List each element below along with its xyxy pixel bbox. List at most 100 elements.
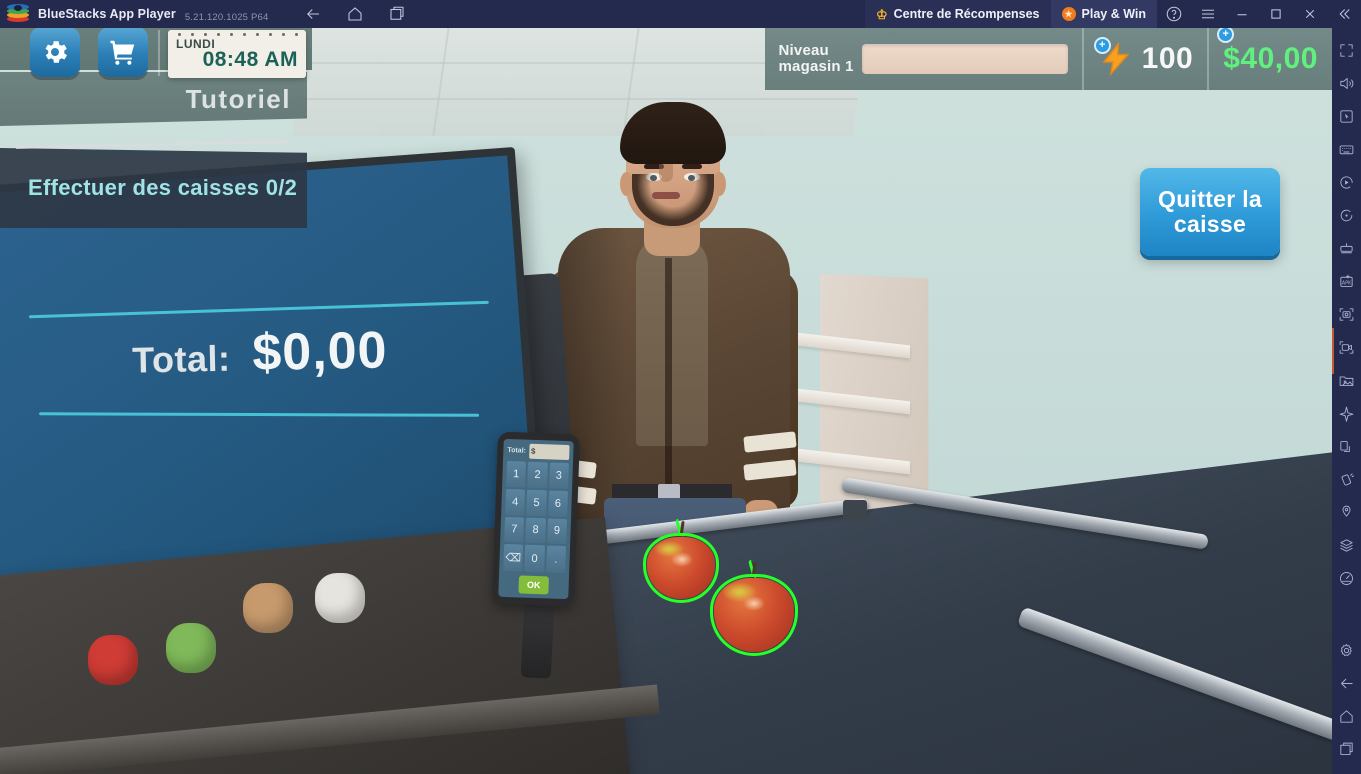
conveyor-rail-cap: [843, 500, 867, 522]
keypad-key-4[interactable]: 4: [505, 488, 526, 516]
app-title: BlueStacks App Player: [38, 7, 176, 21]
settings-button[interactable]: [30, 27, 80, 77]
keypad-key-6[interactable]: 6: [547, 490, 569, 517]
rewards-center-button[interactable]: ♔ Centre de Récompenses: [864, 0, 1051, 28]
volume-icon[interactable]: [1332, 67, 1361, 100]
keypad-key-9[interactable]: 9: [546, 517, 568, 545]
close-icon[interactable]: [1293, 0, 1327, 28]
hud-top-right-bar: Niveau magasin 1 + 100 + $40,00: [764, 26, 1332, 90]
window-system-buttons: [1157, 0, 1361, 28]
cursor-icon[interactable]: [1332, 100, 1361, 133]
gear-icon: [45, 41, 67, 63]
titlebar-nav: [303, 4, 407, 24]
nav-recents-icon[interactable]: [1332, 733, 1361, 766]
minimize-icon[interactable]: [1225, 0, 1259, 28]
app-version: 5.21.120.1025 P64: [184, 12, 269, 23]
media-manager-icon[interactable]: [1332, 364, 1361, 397]
fullscreen-icon[interactable]: [1332, 34, 1361, 67]
money-value: $40,00: [1223, 42, 1318, 75]
home-icon[interactable]: [345, 4, 365, 24]
tutorial-title: Tutoriel: [185, 83, 291, 114]
keyboard-icon[interactable]: [1332, 133, 1361, 166]
window-titlebar: BlueStacks App Player 5.21.120.1025 P64 …: [0, 0, 1361, 28]
money-widget[interactable]: + $40,00: [1207, 26, 1332, 90]
menu-icon[interactable]: [1191, 0, 1225, 28]
store-level-widget: Niveau magasin 1: [764, 28, 1082, 90]
customer-character: [546, 88, 798, 648]
keypad-key-7[interactable]: 7: [504, 516, 525, 543]
nav-home-icon[interactable]: [1332, 700, 1361, 733]
keypad-ok-button[interactable]: OK: [518, 575, 550, 595]
swatch-green[interactable]: [166, 623, 216, 673]
calendar-rings: [178, 33, 298, 37]
rotate-play-icon[interactable]: [1332, 166, 1361, 199]
recent-apps-icon[interactable]: [387, 4, 407, 24]
energy-value: 100: [1141, 42, 1194, 75]
shopping-cart-icon: [110, 40, 135, 65]
keypad-key-5[interactable]: 5: [526, 489, 547, 516]
apple-item-1[interactable]: [643, 517, 719, 603]
keypad-key-3[interactable]: 3: [548, 462, 569, 489]
keypad-key-0[interactable]: 0: [524, 544, 545, 573]
settings-gear-icon[interactable]: [1332, 634, 1361, 667]
help-icon[interactable]: [1157, 0, 1191, 28]
keypad-key-decimal[interactable]: .: [545, 545, 567, 574]
bluestacks-logo-icon: [7, 3, 29, 25]
tutorial-task-text: Effectuer des caisses 0/2: [28, 175, 298, 200]
keypad-key-8[interactable]: 8: [525, 517, 546, 544]
multi-instance-icon[interactable]: [1332, 430, 1361, 463]
eco-mode-icon[interactable]: [1332, 397, 1361, 430]
store-level-line2: magasin 1: [778, 58, 854, 75]
maximize-icon[interactable]: [1259, 0, 1293, 28]
apk-install-icon[interactable]: APK: [1332, 265, 1361, 298]
star-icon: ★: [1061, 7, 1076, 21]
energy-widget[interactable]: + 100: [1081, 28, 1208, 90]
total-value: $0,00: [251, 321, 389, 383]
nav-back-icon[interactable]: [1332, 667, 1361, 700]
handheld-keypad[interactable]: Total: $ 1 2 3 4 5 6 7 8 9 ⌫ 0 . OK: [492, 431, 580, 607]
total-label: Total:: [131, 337, 231, 381]
layers-icon[interactable]: [1332, 529, 1361, 562]
store-level-label: Niveau magasin 1: [779, 43, 854, 75]
shake-icon[interactable]: [1332, 463, 1361, 496]
location-icon[interactable]: [1332, 496, 1361, 529]
keypad-key-backspace[interactable]: ⌫: [503, 544, 524, 572]
bluestacks-sidebar: APK: [1332, 28, 1361, 774]
titlebar-right: ♔ Centre de Récompenses ★ Play & Win: [864, 0, 1361, 28]
sidebar-accent: [1332, 328, 1334, 374]
rewards-center-label: Centre de Récompenses: [893, 7, 1040, 21]
play-and-win-label: Play & Win: [1081, 7, 1146, 21]
shop-button[interactable]: [98, 27, 148, 77]
tutorial-header: Tutoriel: [0, 72, 307, 126]
gauge-icon[interactable]: [1332, 562, 1361, 595]
svg-text:APK: APK: [1342, 280, 1352, 286]
keypad-key-1[interactable]: 1: [506, 460, 527, 488]
quit-register-button[interactable]: Quitter la caisse: [1140, 168, 1280, 256]
store-level-progressbar: [861, 44, 1068, 74]
keypad-input[interactable]: $: [528, 443, 570, 461]
back-icon[interactable]: [303, 4, 323, 24]
tutorial-task-panel: Effectuer des caisses 0/2: [0, 148, 307, 228]
bluestacks-window: Total: $0,00 Total: $ 1 2 3 4 5 6 7 8 9 …: [0, 0, 1361, 774]
register-total-display: Total: $0,00: [9, 300, 511, 421]
collapse-sidebar-icon[interactable]: [1327, 0, 1361, 28]
calendar-time: 08:48 AM: [202, 48, 298, 71]
record-video-icon[interactable]: [1332, 331, 1361, 364]
keypad-key-2[interactable]: 2: [527, 461, 548, 489]
swatch-red[interactable]: [88, 635, 138, 685]
store-level-line1: Niveau: [778, 42, 829, 60]
keypad-total-label: Total:: [507, 446, 527, 455]
swatch-tan[interactable]: [243, 583, 293, 633]
game-clock: LUNDI 08:48 AM: [168, 30, 306, 78]
energy-bolt: +: [1093, 37, 1134, 77]
screenshot-icon[interactable]: [1332, 298, 1361, 331]
crown-icon: ♔: [875, 6, 888, 22]
keypad-grid[interactable]: 1 2 3 4 5 6 7 8 9 ⌫ 0 .: [503, 460, 569, 574]
swatch-white[interactable]: [315, 573, 365, 623]
money-plus-badge[interactable]: +: [1217, 26, 1235, 43]
gamepad-icon[interactable]: [1332, 232, 1361, 265]
sync-icon[interactable]: [1332, 199, 1361, 232]
energy-plus-badge[interactable]: +: [1093, 37, 1111, 54]
play-and-win-button[interactable]: ★ Play & Win: [1050, 0, 1157, 28]
apple-item-2[interactable]: [710, 558, 798, 656]
